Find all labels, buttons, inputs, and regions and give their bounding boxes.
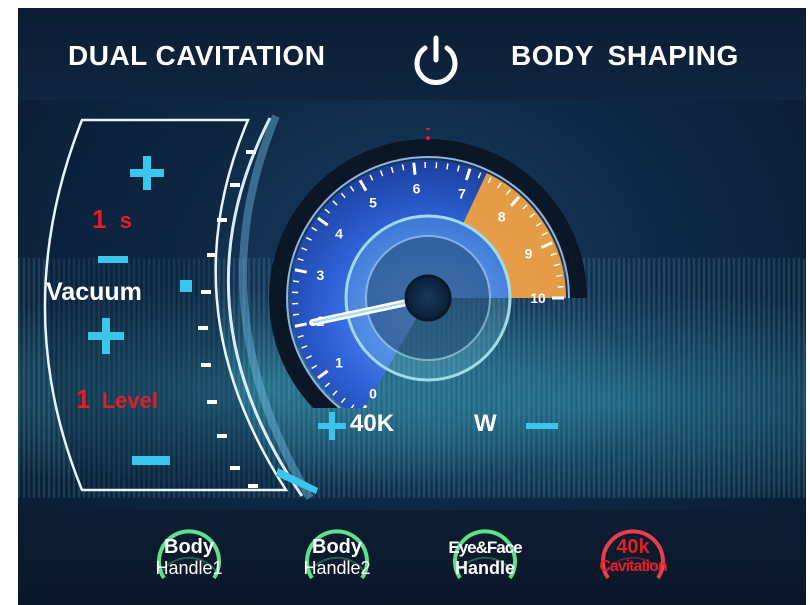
gauge-tick-label: 0 xyxy=(369,385,377,401)
level-number: 1 xyxy=(76,384,91,414)
power-plus-button[interactable] xyxy=(318,412,346,440)
minus-icon xyxy=(526,423,558,429)
minus-icon xyxy=(98,256,128,263)
time-minus-button[interactable] xyxy=(98,256,128,264)
handle-label-line2: Handle1 xyxy=(155,558,223,578)
level-minus-button[interactable] xyxy=(132,456,170,466)
gauge-top-marker xyxy=(426,136,430,140)
body-handle2-button[interactable]: Body Handle2 xyxy=(294,522,380,592)
handle-label-line2: Cavitation xyxy=(599,558,667,575)
gauge-tick-label: 1 xyxy=(335,355,343,371)
power-gauge: 012345678910 xyxy=(268,126,588,436)
gauge-tick-label: 3 xyxy=(317,267,325,283)
handle-label-line2: Handle2 xyxy=(303,558,371,578)
vacuum-time-value: 1 s xyxy=(92,204,132,235)
handle-label-line1: 40k xyxy=(616,536,650,558)
gauge-tick-label: 6 xyxy=(413,181,421,197)
power-row: 40K W xyxy=(318,406,578,446)
eye-face-handle-button[interactable]: Eye&Face Handle xyxy=(442,522,528,592)
power-minus-button[interactable] xyxy=(526,423,558,429)
gauge-minor-tick xyxy=(556,274,563,278)
gauge-tick-label: 4 xyxy=(335,225,343,241)
level-unit: Level xyxy=(101,388,158,413)
gauge-hub xyxy=(404,274,452,322)
gauge-tick-label: 10 xyxy=(530,290,546,306)
time-number: 1 xyxy=(92,204,107,234)
vacuum-label: Vacuum xyxy=(46,278,142,306)
gauge-major-tick xyxy=(412,162,417,175)
handle-label-line1: Body xyxy=(164,536,214,558)
header-bar: DUAL CAVITATION BODY SHAPING xyxy=(18,8,806,100)
frequency-value: 40K xyxy=(350,410,395,437)
power-unit: W xyxy=(474,410,497,437)
gauge-tick-label: 5 xyxy=(369,195,377,211)
gauge-tick-label: 7 xyxy=(458,185,466,201)
gauge-minor-tick xyxy=(292,280,300,283)
title-dual-cavitation: DUAL CAVITATION xyxy=(68,40,326,71)
power-button[interactable] xyxy=(411,34,461,88)
gauge-minor-tick xyxy=(557,285,564,288)
gauge-tick-label: 9 xyxy=(525,245,533,261)
title-body-shaping: BODY SHAPING xyxy=(511,40,739,71)
minus-icon xyxy=(132,456,170,465)
gauge-tick-label: 8 xyxy=(498,208,506,224)
time-plus-button[interactable] xyxy=(130,156,164,190)
level-plus-button[interactable] xyxy=(88,318,124,354)
handle-label-line2: Handle xyxy=(454,558,515,578)
handle-label-line1: Eye&Face xyxy=(448,538,522,557)
handle-label-line1: Body xyxy=(312,536,362,558)
gauge-minor-tick xyxy=(446,163,449,170)
body-handle1-button[interactable]: Body Handle1 xyxy=(146,522,232,592)
time-unit: s xyxy=(119,208,132,233)
handle-selector-bar: Body Handle1 Body Handle2 Eye&Face Handl… xyxy=(18,510,806,605)
gauge-dial: 012345678910 xyxy=(269,126,587,436)
power-icon xyxy=(414,35,458,85)
machine-screen: DUAL CAVITATION BODY SHAPING 1 s Vacuum … xyxy=(18,8,806,605)
gauge-top-marker xyxy=(426,126,430,130)
cavitation-40k-button[interactable]: 40k Cavitation xyxy=(590,522,676,592)
gauge-minor-tick xyxy=(292,313,300,316)
vacuum-level-value: 1 Level xyxy=(76,384,158,415)
